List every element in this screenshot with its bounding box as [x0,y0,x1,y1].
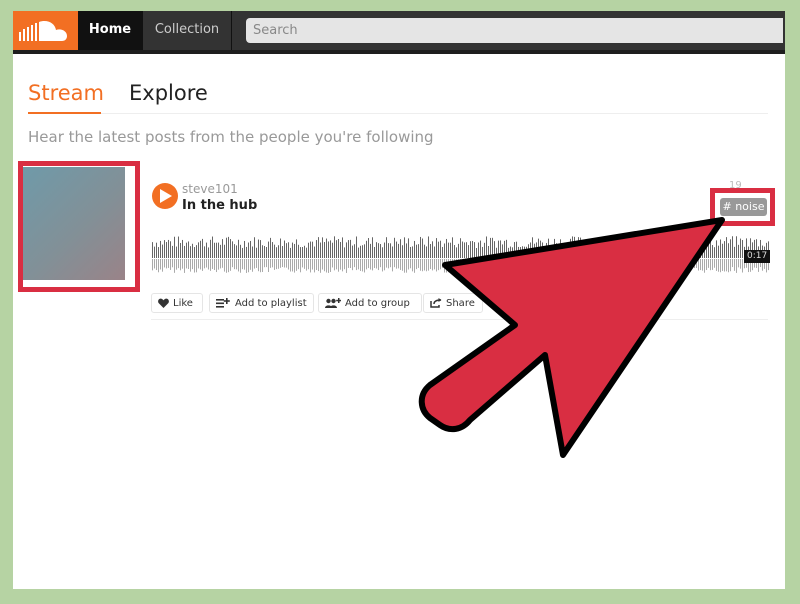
red-arrow-annotation [418,217,725,458]
